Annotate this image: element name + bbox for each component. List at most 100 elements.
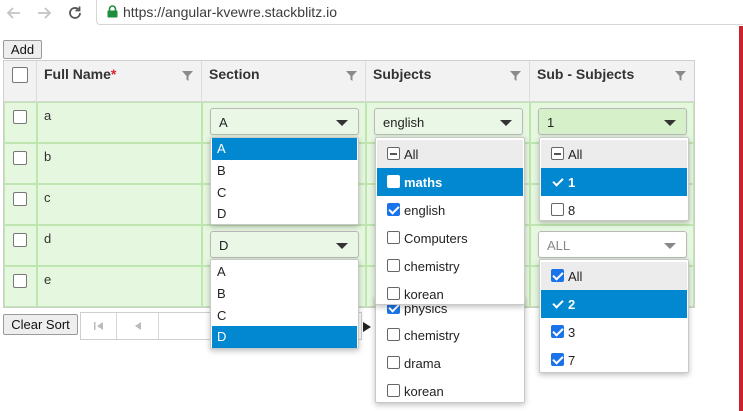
checkbox-icon [551, 147, 564, 160]
forward-icon[interactable] [34, 3, 54, 23]
row-checkbox[interactable] [13, 192, 27, 206]
dropdown-option[interactable]: D [212, 326, 357, 348]
dropdown-option[interactable]: D [212, 203, 357, 225]
row-checkbox-cell [4, 184, 37, 225]
checkbox-icon [551, 297, 564, 310]
row-checkbox-cell [4, 266, 37, 307]
select-placeholder: ALL [547, 238, 571, 253]
select-all-checkbox[interactable] [12, 67, 28, 83]
section-select-row-d[interactable]: D [210, 231, 359, 258]
checkbox-icon [387, 384, 400, 397]
dropdown-option[interactable]: B [212, 160, 357, 182]
column-label-section: Section [209, 66, 260, 82]
url-text: https://angular-kvewre.stackblitz.io [123, 4, 337, 20]
sub-subjects-dropdown-row-d: All 2 3 7 [539, 259, 689, 373]
column-header-sub-subjects[interactable]: Sub - Subjects [530, 61, 694, 102]
name-cell[interactable]: a [37, 102, 202, 143]
select-value: english [383, 115, 425, 130]
checkbox-icon [551, 175, 564, 188]
multiselect-option[interactable]: chemistry [377, 321, 523, 349]
dropdown-option[interactable]: A [212, 261, 357, 283]
select-all-option[interactable]: All [541, 140, 687, 168]
reload-icon[interactable] [65, 3, 85, 23]
chevron-down-icon [336, 120, 348, 126]
subjects-select-row-a[interactable]: english [374, 108, 523, 135]
name-cell[interactable]: b [37, 143, 202, 184]
chevron-down-icon [500, 120, 512, 126]
next-page-icon[interactable] [363, 320, 371, 335]
checkbox-icon [387, 328, 400, 341]
multiselect-option[interactable]: english [377, 196, 523, 224]
row-checkbox-cell [4, 143, 37, 184]
sub-subjects-select-row-d[interactable]: ALL [538, 231, 687, 258]
checkbox-icon [551, 353, 564, 366]
dropdown-option[interactable]: B [212, 283, 357, 305]
section-dropdown-row-d: A B C D [210, 259, 359, 349]
name-text: b [44, 149, 52, 164]
column-label-subjects: Subjects [373, 66, 432, 82]
multiselect-option[interactable]: 7 [541, 346, 687, 374]
add-button[interactable]: Add [3, 40, 42, 59]
browser-toolbar: https://angular-kvewre.stackblitz.io [0, 0, 743, 26]
clear-sort-button[interactable]: Clear Sort [3, 314, 78, 335]
filter-icon[interactable] [182, 69, 193, 84]
column-header-section[interactable]: Section [202, 61, 366, 102]
section-select-row-a[interactable]: A [210, 108, 359, 135]
multiselect-option[interactable]: chemistry [377, 252, 523, 280]
checkbox-icon [387, 356, 400, 369]
dropdown-option[interactable]: C [212, 182, 357, 204]
back-icon[interactable] [4, 3, 24, 23]
sub-subjects-select-row-a[interactable]: 1 [538, 108, 687, 135]
name-cell[interactable]: d [37, 225, 202, 266]
multiselect-option[interactable]: 1 [541, 168, 687, 196]
multiselect-option[interactable]: korean [377, 280, 523, 308]
chevron-down-icon [336, 243, 348, 249]
multiselect-option[interactable]: maths [377, 168, 523, 196]
row-checkbox[interactable] [13, 233, 27, 247]
side-accent-bar [739, 26, 743, 411]
address-bar[interactable]: https://angular-kvewre.stackblitz.io [96, 0, 743, 25]
grid-header: Full Name* Section Subjects Sub - Subjec… [4, 61, 694, 102]
multiselect-option[interactable]: 3 [541, 318, 687, 346]
multiselect-option[interactable]: Computers [377, 224, 523, 252]
checkbox-icon [551, 269, 564, 282]
checkbox-icon [387, 231, 400, 244]
name-cell[interactable]: c [37, 184, 202, 225]
row-checkbox[interactable] [13, 110, 27, 124]
select-all-option[interactable]: All [377, 140, 523, 168]
row-checkbox[interactable] [13, 274, 27, 288]
multiselect-option[interactable]: 8 [541, 196, 687, 224]
multiselect-option[interactable]: 2 [541, 290, 687, 318]
column-header-subjects[interactable]: Subjects [366, 61, 530, 102]
name-cell[interactable]: e [37, 266, 202, 307]
name-text: c [44, 190, 51, 205]
column-header-full-name[interactable]: Full Name* [37, 61, 202, 102]
row-checkbox-cell [4, 225, 37, 266]
header-select-all-cell [4, 61, 37, 102]
select-value: D [219, 238, 229, 253]
column-label-full-name: Full Name* [44, 66, 117, 82]
select-all-option[interactable]: All [541, 262, 687, 290]
dropdown-option[interactable]: C [212, 305, 357, 327]
multiselect-option[interactable]: drama [377, 349, 523, 377]
lock-icon [107, 5, 118, 21]
previous-page-icon[interactable] [117, 313, 159, 339]
checkbox-icon [387, 259, 400, 272]
checkbox-icon [551, 203, 564, 216]
name-text: a [44, 108, 52, 123]
select-value: A [219, 115, 228, 130]
filter-icon[interactable] [510, 69, 521, 84]
first-page-icon[interactable] [81, 313, 117, 339]
subjects-dropdown-row-a: All maths english Computers chemistry ko… [375, 137, 525, 305]
checkbox-icon [551, 325, 564, 338]
multiselect-option[interactable]: korean [377, 377, 523, 405]
subjects-dropdown-row-d: physics chemistry drama korean [375, 296, 525, 403]
filter-icon[interactable] [346, 69, 357, 84]
name-text: e [44, 272, 52, 287]
dropdown-option[interactable]: A [212, 138, 357, 160]
row-checkbox[interactable] [13, 151, 27, 165]
checkbox-icon [387, 147, 400, 160]
chevron-down-icon [664, 120, 676, 126]
checkbox-icon [387, 287, 400, 300]
filter-icon[interactable] [675, 69, 686, 84]
